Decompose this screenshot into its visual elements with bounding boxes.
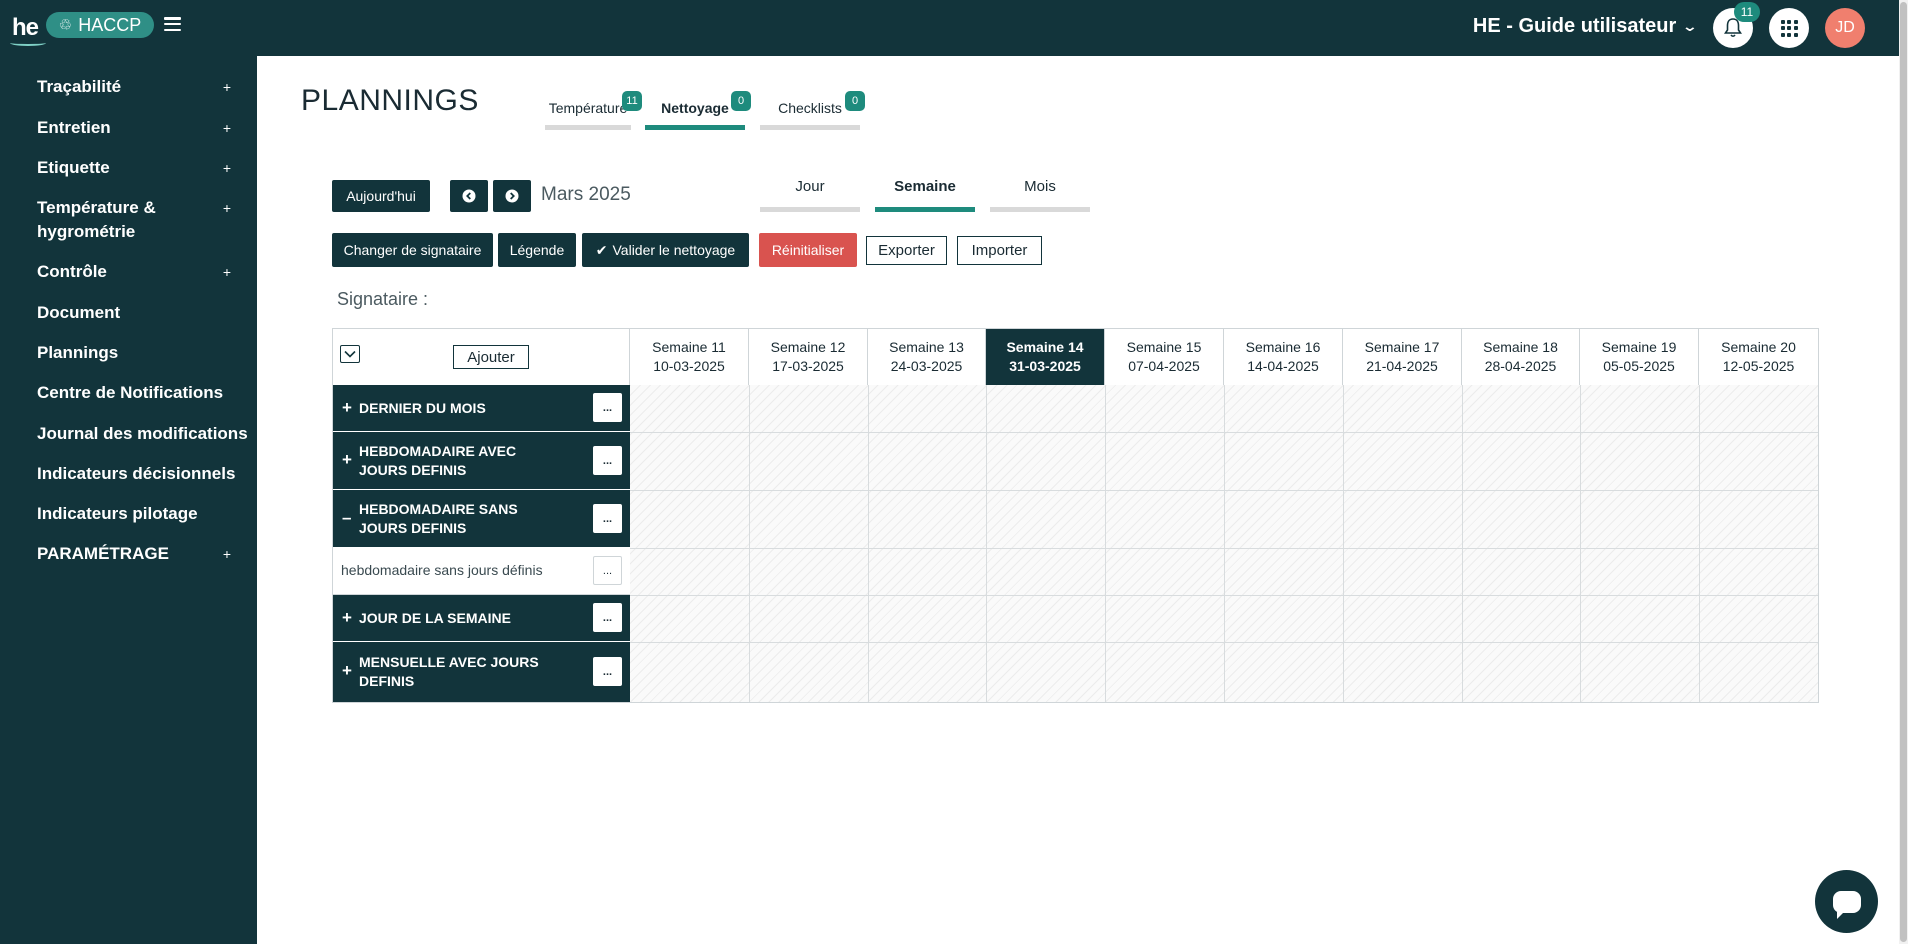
sidebar-item-indicateurs-decisionnels[interactable]: Indicateurs décisionnels: [37, 462, 237, 486]
sidebar-item-tracabilite[interactable]: Traçabilité +: [37, 75, 237, 99]
notifications-badge: 11: [1734, 2, 1760, 22]
change-signataire-button[interactable]: Changer de signataire: [332, 233, 493, 267]
task-group-row[interactable]: + HEBDOMADAIRE AVEC JOURS DEFINIS ...: [333, 432, 630, 490]
app-name: HACCP: [78, 14, 142, 35]
sidebar-item-indicateurs-pilotage[interactable]: Indicateurs pilotage: [37, 502, 237, 526]
task-group-row[interactable]: + DERNIER DU MOIS ...: [333, 385, 630, 432]
week-header: Semaine 17 21-04-2025: [1343, 329, 1462, 385]
sidebar-item-document[interactable]: Document: [37, 301, 237, 325]
prev-button[interactable]: [450, 180, 488, 212]
expand-plus-icon: +: [222, 200, 231, 216]
user-avatar[interactable]: JD: [1825, 8, 1865, 48]
check-icon: ✔: [595, 241, 608, 258]
valider-nettoyage-button[interactable]: ✔ Valider le nettoyage: [582, 233, 749, 267]
chat-icon: [1832, 890, 1861, 919]
recycle-icon: ♲: [58, 17, 73, 34]
planning-cells[interactable]: [630, 385, 1818, 702]
task-group-row[interactable]: + JOUR DE LA SEMAINE ...: [333, 595, 630, 642]
expand-plus-icon[interactable]: +: [342, 608, 352, 628]
expand-plus-icon[interactable]: +: [342, 398, 352, 418]
site-selector[interactable]: HE - Guide utilisateur ⌄: [1472, 15, 1699, 38]
chevron-left-icon: [462, 189, 476, 203]
sidebar-item-entretien[interactable]: Entretien +: [37, 116, 237, 140]
next-button[interactable]: [493, 180, 531, 212]
sidebar-item-controle[interactable]: Contrôle +: [37, 260, 237, 284]
sidebar-item-plannings[interactable]: Plannings: [37, 341, 237, 365]
task-group-row-expanded[interactable]: – HEBDOMADAIRE SANS JOURS DEFINIS ...: [333, 490, 630, 548]
planning-grid: Ajouter Semaine 11 10-03-2025 Semaine 12 1…: [332, 328, 1819, 703]
add-task-button[interactable]: Ajouter: [453, 345, 529, 369]
apps-button[interactable]: [1769, 8, 1809, 48]
week-header-current: Semaine 14 31-03-2025: [986, 329, 1105, 385]
sidebar-item-temperature[interactable]: Température & hygrométrie +: [37, 196, 231, 244]
expand-plus-icon: +: [222, 79, 231, 95]
collapse-minus-icon[interactable]: –: [342, 508, 351, 528]
row-options-button[interactable]: ...: [593, 603, 622, 632]
sidebar-item-etiquette[interactable]: Etiquette +: [37, 156, 237, 180]
expand-plus-icon[interactable]: +: [342, 661, 352, 681]
tab-nettoyage[interactable]: Nettoyage: [645, 96, 745, 130]
week-header: Semaine 12 17-03-2025: [749, 329, 868, 385]
page-title: PLANNINGS: [301, 84, 479, 117]
app-switch-pill[interactable]: ♲ HACCP: [46, 12, 154, 38]
week-header: Semaine 15 07-04-2025: [1105, 329, 1224, 385]
row-options-button[interactable]: ...: [593, 504, 622, 533]
week-header: Semaine 19 05-05-2025: [1580, 329, 1699, 385]
view-tab-jour[interactable]: Jour: [760, 178, 860, 212]
task-row[interactable]: hebdomadaire sans jours définis ...: [333, 548, 630, 595]
row-options-button[interactable]: ...: [593, 446, 622, 475]
sidebar: Traçabilité + Entretien + Etiquette + Tempé…: [0, 56, 257, 944]
grid-header-left: Ajouter: [333, 329, 630, 385]
apps-grid-icon: [1780, 19, 1798, 37]
tab-temperature[interactable]: Température: [545, 96, 631, 130]
collapse-all-icon[interactable]: [340, 345, 360, 363]
sidebar-item-journal[interactable]: Journal des modifications: [37, 422, 252, 446]
sidebar-item-parametrage[interactable]: PARAMÉTRAGE +: [37, 542, 237, 566]
week-header: Semaine 20 12-05-2025: [1699, 329, 1818, 385]
tab-badge-temperature: 11: [622, 91, 642, 111]
reinitialiser-button[interactable]: Réinitialiser: [759, 233, 857, 267]
tab-badge-nettoyage: 0: [731, 91, 751, 111]
chevron-right-icon: [505, 189, 519, 203]
expand-plus-icon: +: [222, 120, 231, 136]
week-header: Semaine 11 10-03-2025: [630, 329, 749, 385]
sidebar-item-notifications[interactable]: Centre de Notifications: [37, 381, 237, 405]
site-name: HE - Guide utilisateur: [1472, 15, 1677, 37]
row-options-button[interactable]: ...: [593, 657, 622, 686]
he-logo[interactable]: he: [10, 14, 46, 46]
week-header: Semaine 16 14-04-2025: [1224, 329, 1343, 385]
importer-button[interactable]: Importer: [957, 236, 1042, 265]
legende-button[interactable]: Légende: [498, 233, 576, 267]
expand-plus-icon: +: [222, 264, 231, 280]
chevron-down-icon: ⌄: [1681, 18, 1699, 34]
expand-plus-icon: +: [222, 546, 231, 562]
expand-plus-icon: +: [222, 160, 231, 176]
row-options-button[interactable]: ...: [593, 393, 622, 422]
week-header: Semaine 13 24-03-2025: [868, 329, 986, 385]
week-header: Semaine 18 28-04-2025: [1462, 329, 1580, 385]
exporter-button[interactable]: Exporter: [866, 236, 947, 265]
chat-button[interactable]: [1815, 870, 1878, 933]
expand-plus-icon[interactable]: +: [342, 450, 352, 470]
view-tab-mois[interactable]: Mois: [990, 178, 1090, 212]
task-group-row[interactable]: + MENSUELLE AVEC JOURS DEFINIS ...: [333, 642, 630, 702]
top-bar: he ♲ HACCP HE - Guide utilisateur ⌄ 11 J…: [0, 0, 1908, 56]
page-scrollbar[interactable]: [1899, 0, 1908, 944]
current-month: Mars 2025: [541, 184, 631, 205]
signataire-label: Signataire :: [337, 289, 429, 309]
view-tab-semaine[interactable]: Semaine: [875, 178, 975, 212]
row-options-button[interactable]: ...: [593, 556, 622, 585]
tab-badge-checklists: 0: [845, 91, 865, 111]
menu-icon[interactable]: [164, 17, 181, 31]
today-button[interactable]: Aujourd'hui: [332, 180, 430, 212]
